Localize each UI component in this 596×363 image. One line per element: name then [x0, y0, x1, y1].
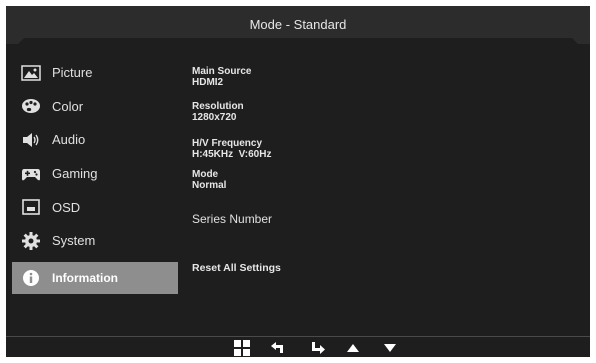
sidebar-item-label: Color [52, 98, 84, 114]
mode-label: Mode [192, 169, 219, 180]
osd-panel: Mode - Standard Picture Color Audio Gami… [6, 6, 590, 357]
osd-icon [20, 196, 42, 218]
frequency-info: H/V Frequency H:45KHz V:60Hz [192, 138, 271, 160]
speaker-icon [20, 129, 42, 151]
sidebar-item-audio[interactable]: Audio [12, 123, 178, 157]
sidebar-item-label: Information [52, 270, 118, 285]
sidebar-item-color[interactable]: Color [12, 90, 178, 124]
header-bar: Mode - Standard [6, 6, 590, 44]
footer-nav-bar [6, 339, 590, 357]
palette-icon [20, 95, 42, 117]
reset-all-settings-button[interactable]: Reset All Settings [192, 262, 281, 274]
sidebar-item-label: Picture [52, 65, 93, 81]
main-source-info: Main Source HDMI2 [192, 66, 251, 88]
sidebar-item-picture[interactable]: Picture [12, 56, 178, 90]
picture-icon [20, 62, 42, 84]
sidebar-item-information[interactable]: Information [12, 261, 178, 294]
up-arrow-icon[interactable] [346, 339, 360, 357]
main-source-value: HDMI2 [192, 77, 224, 88]
main-source-label: Main Source [192, 66, 252, 77]
sidebar-item-label: Gaming [52, 166, 98, 182]
resolution-info: Resolution 1280x720 [192, 101, 244, 123]
resolution-label: Resolution [192, 101, 244, 112]
footer-divider [6, 336, 590, 337]
mode-value: Normal [192, 180, 227, 191]
sidebar-item-label: Audio [52, 132, 86, 148]
gear-icon [20, 230, 42, 252]
gamepad-icon [20, 163, 42, 185]
sidebar-item-osd[interactable]: OSD [12, 190, 178, 224]
sidebar-item-system[interactable]: System [12, 224, 178, 258]
sidebar-item-label: OSD [52, 199, 81, 215]
info-icon [20, 267, 42, 289]
sidebar-menu: Picture Color Audio Gaming OSD System In… [12, 56, 178, 294]
sidebar-item-gaming[interactable]: Gaming [12, 157, 178, 191]
mode-info: Mode Normal [192, 169, 226, 191]
menu-grid-icon[interactable] [234, 339, 250, 357]
frequency-label: H/V Frequency [192, 138, 263, 149]
resolution-value: 1280x720 [192, 112, 237, 123]
back-icon[interactable] [271, 339, 285, 357]
mode-title: Mode - Standard [249, 17, 347, 32]
down-arrow-icon[interactable] [383, 339, 397, 357]
sidebar-item-label: System [52, 233, 96, 249]
series-number-label: Series Number [192, 212, 273, 226]
enter-icon[interactable] [311, 339, 325, 357]
frequency-value: H:45KHz V:60Hz [192, 149, 272, 160]
